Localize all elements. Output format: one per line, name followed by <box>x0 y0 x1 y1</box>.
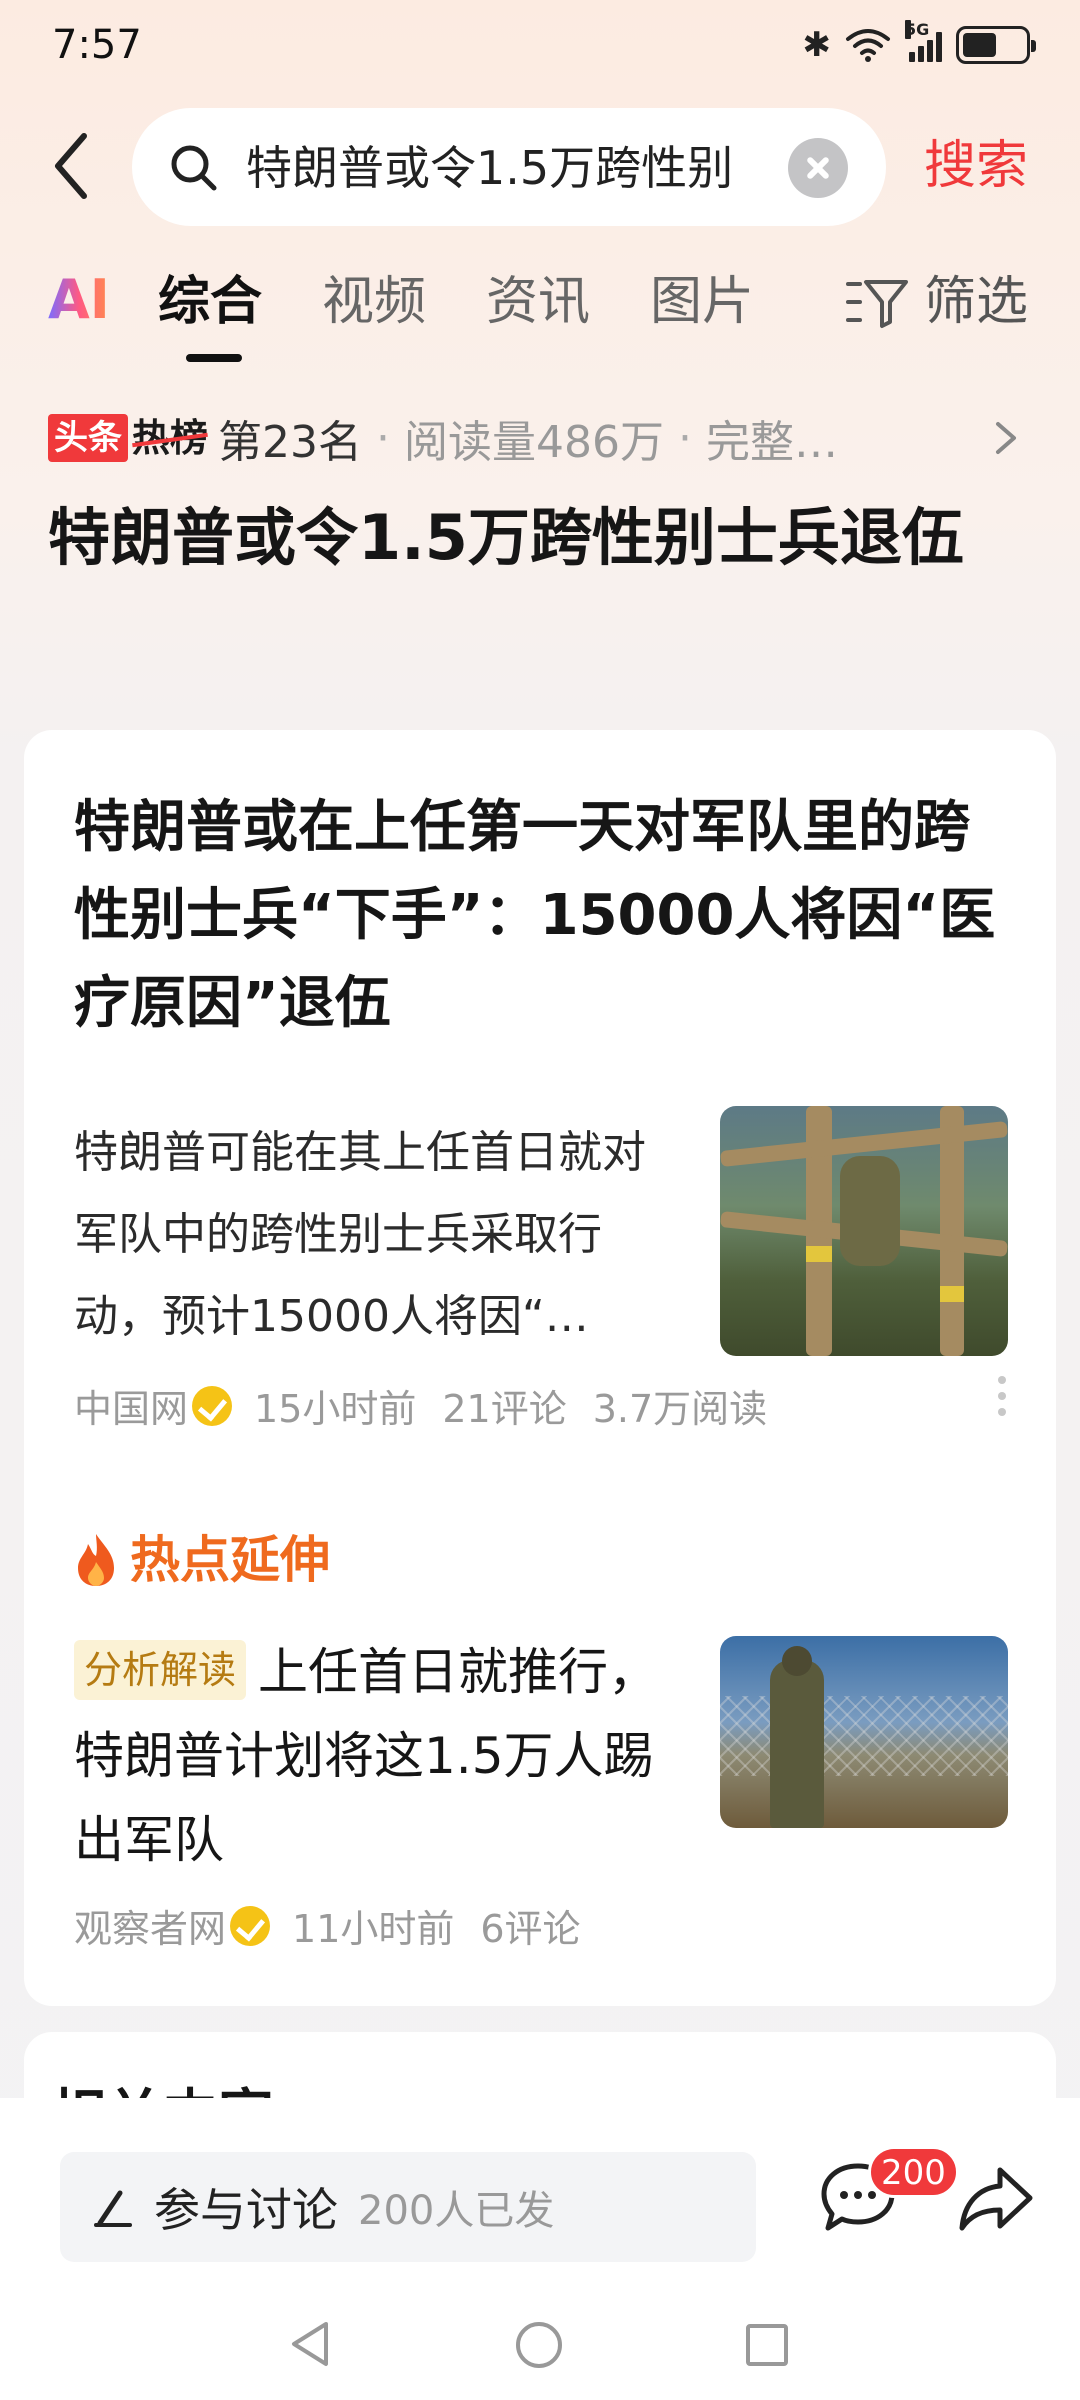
tab-bar: AI 综合 视频 资讯 图片 筛选 <box>0 262 1080 362</box>
nav-home-icon[interactable] <box>516 2322 562 2368</box>
status-bar: 7:57 ✱ 5G <box>0 0 1080 96</box>
bottom-action-bar: 参与讨论 200人已发 200 <box>0 2098 1080 2288</box>
filter-icon <box>845 280 908 328</box>
result-card: 特朗普或在上任第一天对军队里的跨性别士兵“下手”：15000人将因“医疗原因”退… <box>24 730 1056 2006</box>
related-article-source[interactable]: 观察者网 <box>74 1898 226 1953</box>
related-article-time: 11小时前 <box>292 1907 455 1951</box>
system-nav-bar <box>0 2288 1080 2400</box>
search-icon <box>171 145 217 191</box>
related-article-title[interactable]: 分析解读 上任首日就推行，特朗普计划将这1.5万人踢出军队 <box>74 1630 694 1882</box>
share-icon[interactable] <box>958 2164 1034 2234</box>
hot-extension-label: 热点延伸 <box>130 1531 330 1589</box>
network-type: 5G <box>905 20 930 39</box>
status-time: 7:57 <box>52 22 142 68</box>
nav-back-icon[interactable] <box>286 2318 334 2370</box>
more-options-icon[interactable] <box>996 1372 1008 1420</box>
tab-comprehensive[interactable]: 综合 <box>158 272 262 332</box>
filter-label: 筛选 <box>923 272 1028 332</box>
related-article-thumbnail[interactable] <box>720 1636 1008 1828</box>
clear-icon[interactable] <box>788 138 848 198</box>
article-reads: 3.7万阅读 <box>592 1387 768 1431</box>
active-tab-indicator <box>186 354 242 362</box>
analysis-tag: 分析解读 <box>74 1640 247 1700</box>
verified-icon <box>192 1385 233 1426</box>
related-article-meta: 观察者网 11小时前 6评论 <box>74 1898 607 1953</box>
article-source[interactable]: 中国网 <box>74 1378 188 1433</box>
hot-list-logo: 头条 热榜 <box>48 413 208 463</box>
hot-reads: 阅读量486万 <box>404 417 664 468</box>
article-thumbnail[interactable] <box>720 1106 1008 1356</box>
article-meta: 中国网 15小时前 21评论 3.7万阅读 <box>74 1378 793 1433</box>
related-article-comments: 6评论 <box>480 1907 581 1951</box>
discussion-input[interactable]: 参与讨论 200人已发 <box>60 2152 756 2262</box>
tab-ai[interactable]: AI <box>48 270 110 330</box>
discussion-count: 200人已发 <box>358 2188 555 2234</box>
hot-rank: 第23名 <box>218 417 363 468</box>
flame-icon <box>78 1534 114 1586</box>
article-time: 15小时前 <box>254 1387 417 1431</box>
tab-news[interactable]: 资讯 <box>486 272 590 332</box>
back-button[interactable] <box>40 126 110 206</box>
hot-extra: 完整… <box>706 417 838 468</box>
search-query[interactable]: 特朗普或令1.5万跨性别 <box>246 138 806 198</box>
bluetooth-icon: ✱ <box>802 25 832 65</box>
hot-list-link[interactable]: 头条 热榜 第23名 · 阅读量486万 · 完整… <box>48 406 1048 470</box>
signal-icon: 5G <box>905 20 942 62</box>
search-bar: 特朗普或令1.5万跨性别 搜索 <box>0 104 1080 228</box>
article-snippet[interactable]: 特朗普可能在其上任首日就对军队中的跨性别士兵采取行动，预计15000人将因“… <box>74 1112 674 1358</box>
filter-button[interactable]: 筛选 <box>845 272 1028 332</box>
tab-images[interactable]: 图片 <box>650 272 754 332</box>
article-comments: 21评论 <box>442 1387 567 1431</box>
nav-recent-icon[interactable] <box>746 2324 788 2366</box>
verified-icon <box>230 1905 271 1946</box>
wifi-icon <box>846 29 890 62</box>
battery-level <box>963 33 996 57</box>
status-icons: ✱ 5G <box>802 20 1036 68</box>
search-button[interactable]: 搜索 <box>924 136 1028 196</box>
article-title[interactable]: 特朗普或在上任第一天对军队里的跨性别士兵“下手”：15000人将因“医疗原因”退… <box>74 784 1024 1048</box>
battery-icon <box>956 26 1036 64</box>
chevron-right-icon <box>996 422 1016 454</box>
comment-count-badge: 200 <box>868 2146 959 2198</box>
search-input[interactable]: 特朗普或令1.5万跨性别 <box>132 108 886 226</box>
discussion-label: 参与讨论 <box>154 2183 338 2237</box>
hot-extension-header: 热点延伸 <box>74 1530 330 1590</box>
pen-icon <box>94 2190 132 2227</box>
tab-video[interactable]: 视频 <box>322 272 426 332</box>
topic-title[interactable]: 特朗普或令1.5万跨性别士兵退伍 <box>48 492 1008 584</box>
